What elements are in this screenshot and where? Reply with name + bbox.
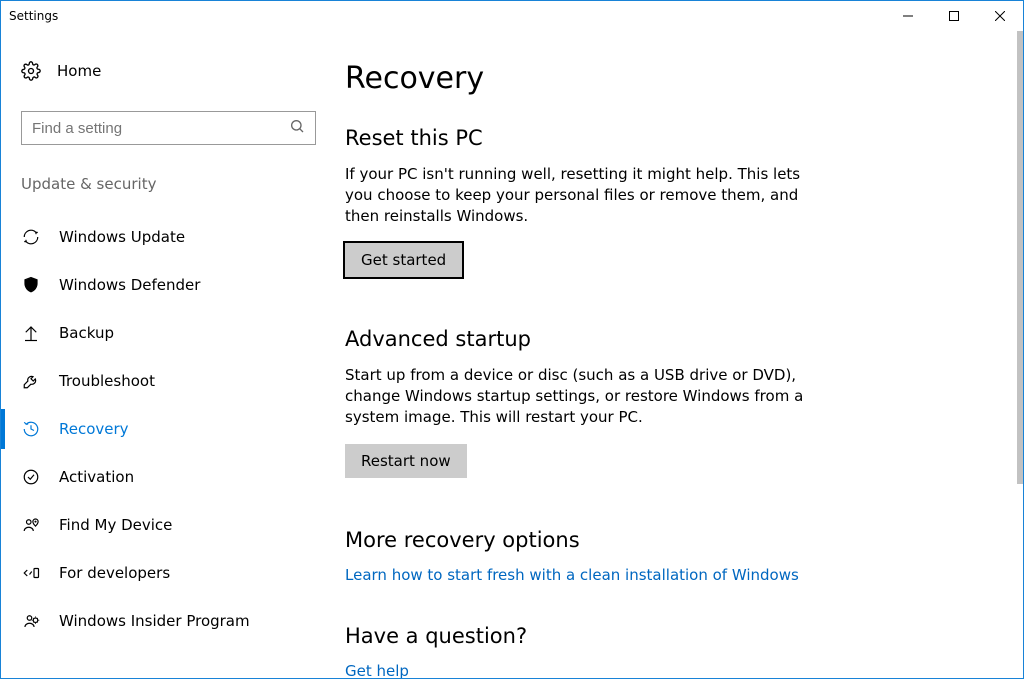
sidebar-item-label: Troubleshoot — [59, 372, 155, 390]
sidebar-item-recovery[interactable]: Recovery — [21, 405, 301, 453]
page-title: Recovery — [345, 61, 999, 96]
section-more-recovery: More recovery options Learn how to start… — [345, 528, 825, 584]
content-area: Recovery Reset this PC If your PC isn't … — [321, 31, 1023, 678]
sidebar-item-label: Activation — [59, 468, 134, 486]
developer-icon — [21, 563, 41, 583]
gear-icon — [21, 61, 41, 81]
vertical-scrollbar[interactable] — [1017, 31, 1023, 678]
section-heading: Reset this PC — [345, 126, 825, 150]
home-label: Home — [57, 62, 101, 80]
sidebar-item-backup[interactable]: Backup — [21, 309, 301, 357]
sidebar-item-label: Windows Update — [59, 228, 185, 246]
section-question: Have a question? Get help — [345, 624, 825, 678]
restart-now-button[interactable]: Restart now — [345, 444, 467, 478]
window-title: Settings — [9, 9, 58, 23]
insider-icon — [21, 611, 41, 631]
check-circle-icon — [21, 467, 41, 487]
get-started-button[interactable]: Get started — [345, 243, 462, 277]
section-reset-pc: Reset this PC If your PC isn't running w… — [345, 126, 825, 277]
section-heading: Have a question? — [345, 624, 825, 648]
settings-window: Settings Home — [0, 0, 1024, 679]
search-input[interactable] — [32, 120, 289, 137]
section-heading: More recovery options — [345, 528, 825, 552]
titlebar: Settings — [1, 1, 1023, 31]
maximize-button[interactable] — [931, 1, 977, 31]
search-icon — [289, 118, 305, 138]
wrench-icon — [21, 371, 41, 391]
backup-arrow-icon — [21, 323, 41, 343]
sidebar-item-label: Windows Insider Program — [59, 612, 250, 630]
window-controls — [885, 1, 1023, 31]
section-body: If your PC isn't running well, resetting… — [345, 164, 825, 227]
minimize-button[interactable] — [885, 1, 931, 31]
sidebar-item-windows-defender[interactable]: Windows Defender — [21, 261, 301, 309]
sidebar-nav: Windows Update Windows Defender — [21, 213, 301, 645]
sidebar-item-troubleshoot[interactable]: Troubleshoot — [21, 357, 301, 405]
get-help-link[interactable]: Get help — [345, 662, 409, 678]
sidebar-item-windows-insider[interactable]: Windows Insider Program — [21, 597, 301, 645]
sidebar-item-windows-update[interactable]: Windows Update — [21, 213, 301, 261]
sidebar-item-label: Windows Defender — [59, 276, 200, 294]
section-heading: Advanced startup — [345, 327, 825, 351]
history-icon — [21, 419, 41, 439]
sidebar-item-label: Backup — [59, 324, 114, 342]
sidebar-item-label: Find My Device — [59, 516, 172, 534]
scrollbar-thumb[interactable] — [1017, 31, 1023, 484]
learn-fresh-install-link[interactable]: Learn how to start fresh with a clean in… — [345, 566, 799, 584]
client-area: Home Update & security — [1, 31, 1023, 678]
sidebar-item-find-my-device[interactable]: Find My Device — [21, 501, 301, 549]
sidebar-item-label: Recovery — [59, 420, 129, 438]
section-body: Start up from a device or disc (such as … — [345, 365, 825, 428]
home-button[interactable]: Home — [21, 51, 301, 91]
sidebar: Home Update & security — [1, 31, 321, 678]
location-person-icon — [21, 515, 41, 535]
sidebar-item-activation[interactable]: Activation — [21, 453, 301, 501]
search-box[interactable] — [21, 111, 316, 145]
sidebar-category: Update & security — [21, 175, 301, 193]
selection-indicator — [1, 409, 5, 449]
close-button[interactable] — [977, 1, 1023, 31]
sidebar-item-for-developers[interactable]: For developers — [21, 549, 301, 597]
sync-icon — [21, 227, 41, 247]
section-advanced-startup: Advanced startup Start up from a device … — [345, 327, 825, 478]
shield-icon — [21, 275, 41, 295]
sidebar-item-label: For developers — [59, 564, 170, 582]
